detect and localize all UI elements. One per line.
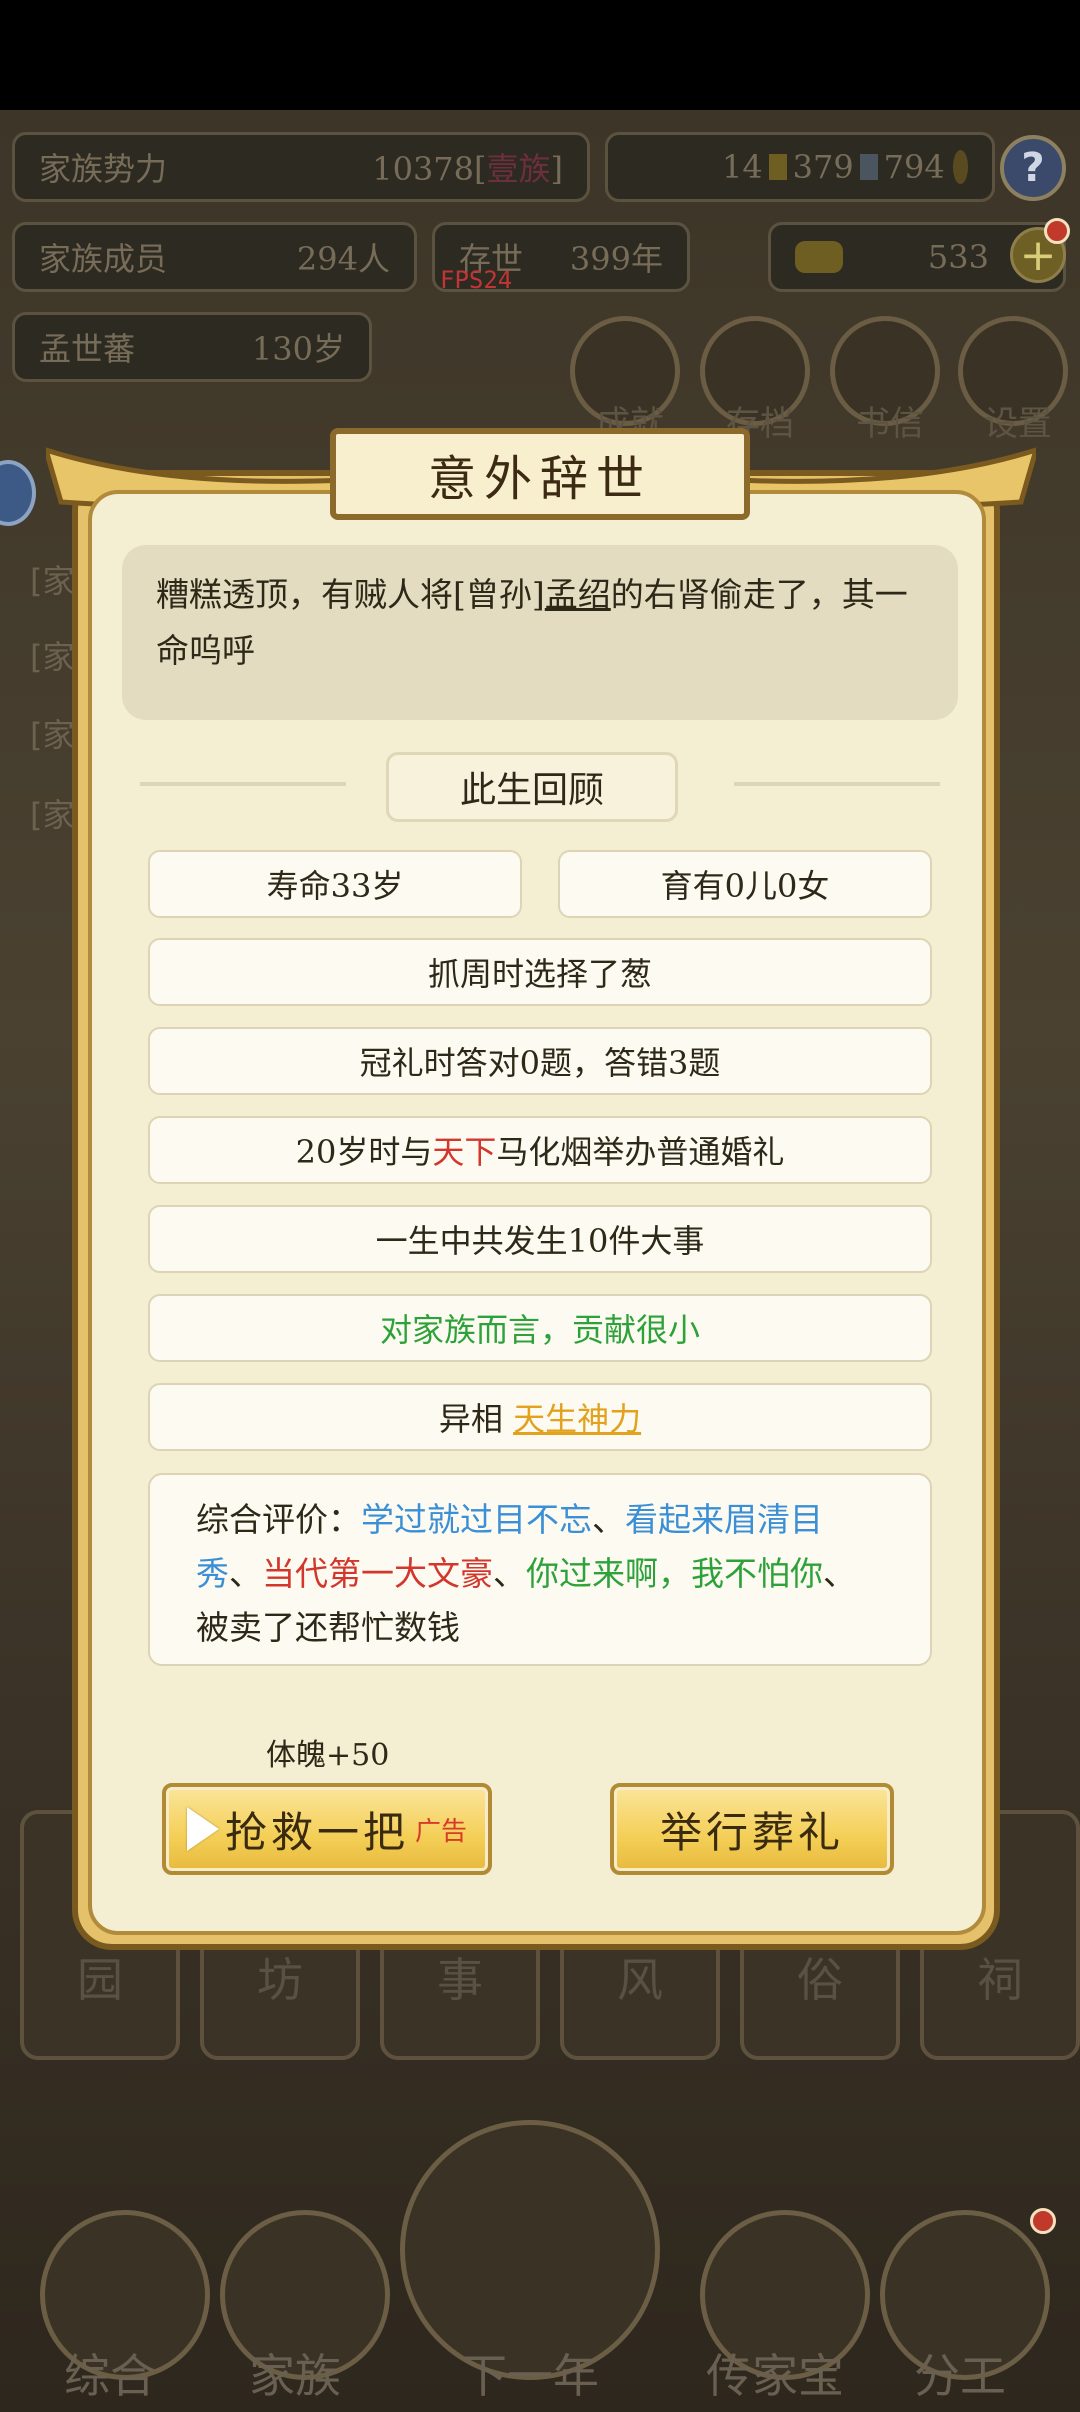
gold-bar-icon	[768, 154, 787, 180]
play-icon	[186, 1807, 219, 1851]
silver-bar-icon	[859, 154, 878, 180]
members-value: 294人	[296, 240, 390, 278]
elder-panel: 孟世蕃 130岁	[12, 312, 372, 382]
bonus-text: 体魄+50	[266, 1738, 390, 1773]
overall-evaluation: 综合评价：学过就过目不忘、看起来眉清目秀、当代第一大文豪、你过来啊，我不怕你、被…	[148, 1473, 932, 1666]
family-power-value: 10378[壹族]	[372, 150, 563, 188]
family-power-label: 家族势力	[39, 150, 168, 188]
elder-name: 孟世蕃	[39, 330, 136, 368]
capping-card: 冠礼时答对0题，答错3题	[148, 1027, 932, 1095]
divider-right	[734, 782, 940, 786]
elder-age: 130岁	[251, 330, 345, 368]
lifespan-card: 寿命33岁	[148, 850, 522, 918]
grab-ceremony-card: 抓周时选择了葱	[148, 938, 932, 1006]
resource-3: 794	[883, 148, 945, 186]
hold-funeral-button[interactable]: 举行葬礼	[610, 1783, 894, 1875]
nav-general-label: 综合	[64, 2349, 156, 2403]
person-name-link[interactable]: 孟绍	[545, 575, 611, 614]
gold-value: 533	[927, 238, 989, 276]
review-section-title: 此生回顾	[386, 752, 678, 822]
trait-link[interactable]: 天生神力	[513, 1394, 641, 1440]
ad-tag: 广告	[415, 1816, 468, 1847]
status-bar	[0, 0, 1080, 110]
settings-button[interactable]: 设置	[958, 316, 1068, 444]
trait-card: 异相 天生神力	[148, 1383, 932, 1451]
members-panel: 家族成员 294人	[12, 222, 417, 292]
nav-family-label: 家族	[249, 2349, 341, 2403]
nav-heirloom-label: 传家宝	[706, 2349, 844, 2403]
resource-1: 14	[722, 148, 763, 186]
bg-list-item: [家	[30, 638, 75, 676]
existence-value: 399年	[569, 240, 663, 278]
help-button[interactable]: ?	[1000, 135, 1066, 201]
events-card: 一生中共发生10件大事	[148, 1205, 932, 1273]
marriage-card: 20岁时与 天下 马化烟举办普通婚礼	[148, 1116, 932, 1184]
coin-icon	[952, 150, 968, 184]
notification-dot	[1044, 218, 1070, 244]
nav-notification-dot	[1030, 2208, 1056, 2234]
save-button[interactable]: 存档	[700, 316, 810, 444]
nav-division-label: 分工	[914, 2349, 1006, 2403]
divider-left	[140, 782, 346, 786]
letters-button[interactable]: 书信	[830, 316, 940, 444]
resources-panel: 14 379 794	[605, 132, 995, 202]
fps-counter: FPS24	[440, 266, 513, 294]
bg-list-item: [家	[30, 796, 75, 834]
bg-list-item: [家	[30, 562, 75, 600]
gold-ingot-icon	[795, 241, 843, 273]
achievements-button[interactable]: 成就	[570, 316, 680, 444]
contribution-card: 对家族而言，贡献很小	[148, 1294, 932, 1362]
death-message: 糟糕透顶，有贼人将[曾孙]孟绍的右肾偷走了，其一命呜呼	[122, 545, 958, 720]
bg-list-item: [家	[30, 716, 75, 754]
rescue-ad-button[interactable]: 抢救一把 广告	[162, 1783, 492, 1875]
members-label: 家族成员	[39, 240, 168, 278]
nav-next-year-label: 下一年	[461, 2349, 599, 2403]
children-card: 育有0儿0女	[558, 850, 932, 918]
dialog-title: 意外辞世	[330, 428, 750, 520]
resource-2: 379	[792, 148, 854, 186]
family-power-panel: 家族势力 10378[壹族]	[12, 132, 590, 202]
